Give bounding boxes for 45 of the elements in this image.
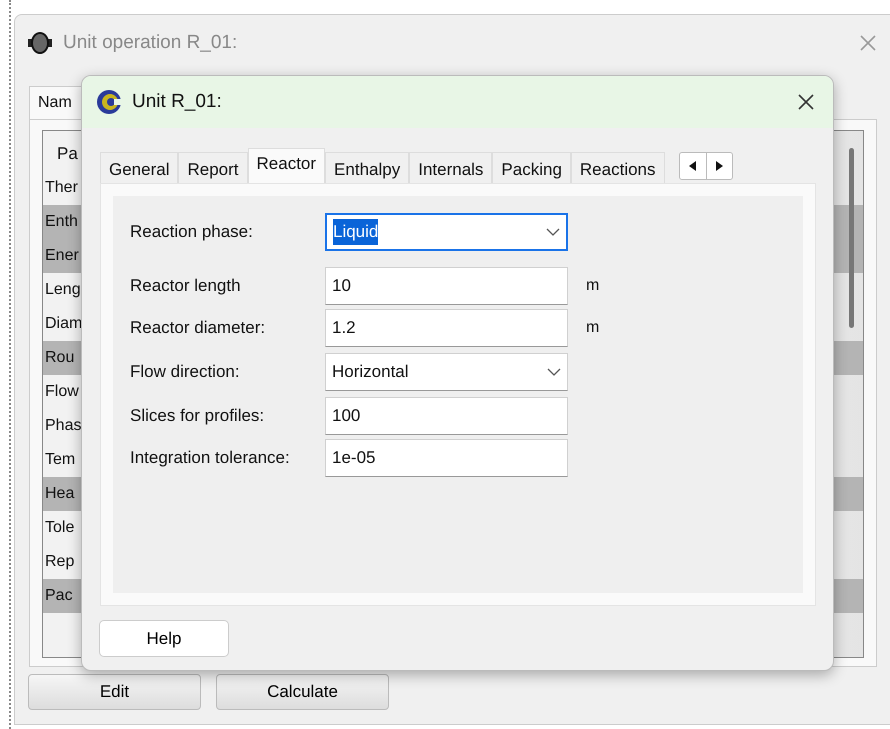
- logo-icon: [96, 89, 122, 115]
- help-button[interactable]: Help: [99, 620, 229, 657]
- row-label: Ther: [45, 179, 78, 196]
- tab[interactable]: Reactions: [570, 152, 665, 183]
- tab[interactable]: General: [100, 152, 178, 183]
- row-label: Rou: [45, 349, 74, 366]
- row-label: Pac: [45, 587, 73, 604]
- field-label: Flow direction:: [130, 361, 241, 384]
- tab[interactable]: Packing: [492, 152, 571, 183]
- column-header: Pa: [57, 144, 78, 163]
- tab[interactable]: Internals: [409, 152, 492, 183]
- row-label: Ener: [45, 247, 79, 264]
- row-label: Rep: [45, 553, 74, 570]
- tab[interactable]: Report: [178, 152, 248, 183]
- field-label: Reactor length: [130, 275, 242, 298]
- tab[interactable]: Reactor: [248, 148, 326, 183]
- dialog-title: Unit R_01:: [132, 90, 222, 114]
- input-field[interactable]: 10: [325, 267, 568, 305]
- row-label: Enth: [45, 213, 78, 230]
- unit-icon: [27, 32, 53, 54]
- dropdown[interactable]: Horizontal: [325, 353, 568, 391]
- field-label: Slices for profiles:: [130, 405, 266, 428]
- row-label: Tole: [45, 519, 74, 536]
- chevron-icon: [547, 368, 561, 376]
- scrollbar-thumb[interactable]: [849, 148, 854, 328]
- input-field[interactable]: 1.2: [325, 309, 568, 347]
- tab[interactable]: Enthalpy: [325, 152, 410, 183]
- dropdown[interactable]: Liquid: [325, 213, 568, 251]
- field-label: Reaction phase:: [130, 221, 254, 244]
- unit-label: m: [586, 276, 600, 296]
- left-arrow-icon: [688, 160, 697, 170]
- field-label: Integration tolerance:: [130, 447, 291, 470]
- right-arrow-icon: [715, 160, 724, 170]
- field-label: Reactor diameter:: [130, 317, 266, 340]
- input-field[interactable]: 1e-05: [325, 439, 568, 477]
- window-title: Unit operation R_01:: [63, 30, 238, 55]
- unit-label: m: [586, 318, 600, 338]
- row-label: Hea: [45, 485, 74, 502]
- input-field[interactable]: 100: [325, 397, 568, 435]
- close-icon: [859, 34, 877, 52]
- close-icon: [797, 93, 815, 111]
- action-button[interactable]: Edit: [28, 674, 201, 710]
- row-label: Flow: [45, 383, 79, 400]
- action-button[interactable]: Calculate: [216, 674, 389, 710]
- chevron-icon: [546, 228, 560, 236]
